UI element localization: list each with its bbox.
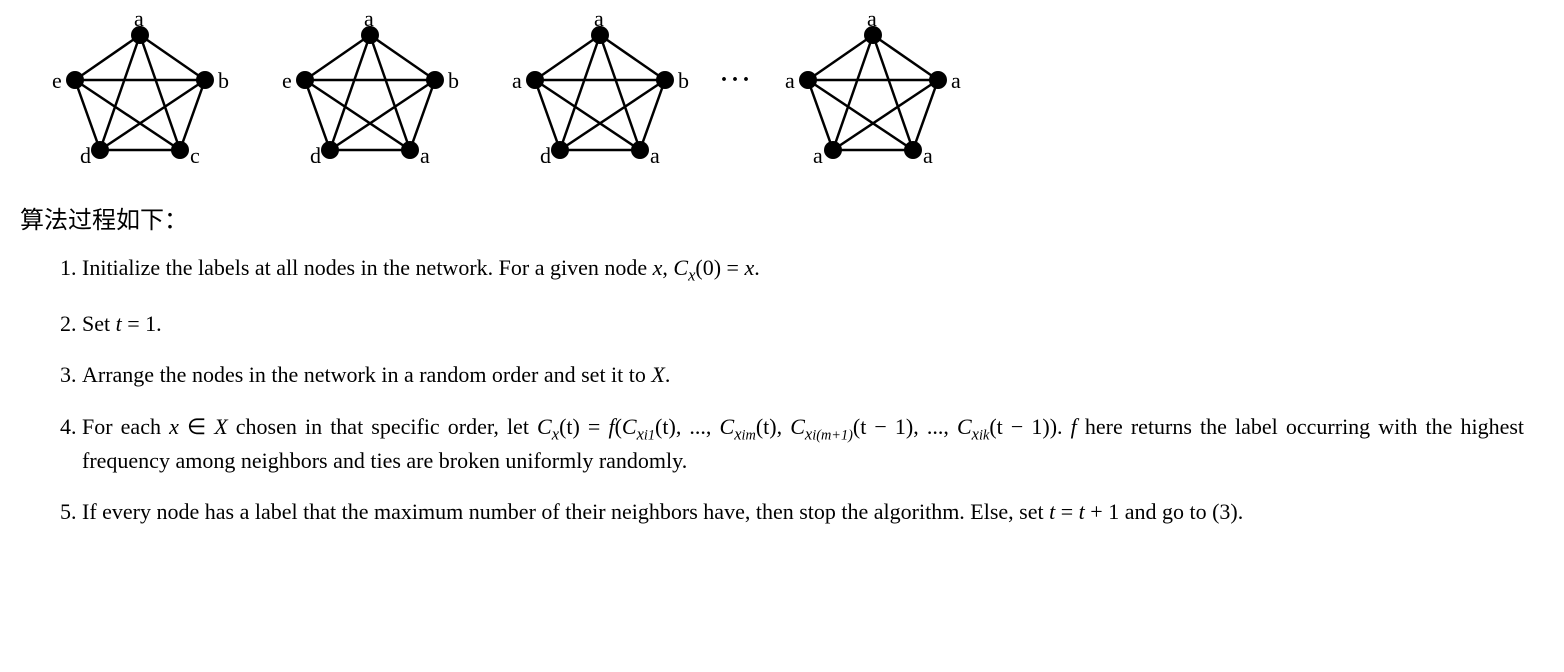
pentagon-graph-icon	[280, 10, 460, 170]
step-text: If every node has a label that the maxim…	[82, 499, 1049, 524]
variable-C: C	[673, 255, 688, 280]
pentagon-graph-icon	[50, 10, 230, 170]
paren-open: (	[615, 414, 622, 439]
step-text: .	[1057, 414, 1071, 439]
step-text: (t − 1)	[989, 414, 1049, 439]
variable-X: X	[214, 414, 227, 439]
node-label: a	[420, 143, 430, 169]
variable-x: x	[744, 255, 754, 280]
step-text: , ...,	[676, 414, 712, 439]
node-label: d	[310, 143, 321, 169]
node-label: d	[80, 143, 91, 169]
node-label: c	[190, 143, 200, 169]
sub-subscript: i(m+1)	[812, 427, 853, 443]
step-text: ,	[662, 255, 673, 280]
step-text: =	[1055, 499, 1078, 524]
step-text: + 1	[1085, 499, 1119, 524]
step-text: .	[665, 362, 671, 387]
step-1: Initialize the labels at all nodes in th…	[82, 253, 1544, 287]
node-label: d	[540, 143, 551, 169]
paren-close: )	[1050, 414, 1057, 439]
sub-subscript: ik	[979, 427, 989, 443]
node-label: a	[813, 143, 823, 169]
node-label: a	[594, 6, 604, 32]
node-label: a	[923, 143, 933, 169]
subscript: x	[552, 424, 559, 443]
node-label: e	[282, 68, 292, 94]
step-text: Initialize the labels at all nodes in th…	[82, 255, 653, 280]
step-text: (t)	[655, 414, 676, 439]
graph-2: a b a d e	[280, 10, 460, 170]
node-label: a	[512, 68, 522, 94]
pentagon-graph-icon	[510, 10, 690, 170]
subscript: x	[734, 424, 741, 443]
variable-C: C	[957, 414, 972, 439]
node-label: b	[448, 68, 459, 94]
in-symbol: ∈	[179, 414, 214, 439]
step-4: For each x ∈ X chosen in that specific o…	[82, 412, 1544, 475]
graph-sequence: a b c d e a b a d e a b a d	[20, 10, 1544, 170]
node-label: a	[650, 143, 660, 169]
sub-subscript: i1	[644, 427, 655, 443]
step-text: (t)	[559, 414, 580, 439]
step-3: Arrange the nodes in the network in a ra…	[82, 360, 1544, 390]
variable-x: x	[653, 255, 663, 280]
node-label: a	[785, 68, 795, 94]
subscript: x	[972, 424, 979, 443]
graph-1: a b c d e	[50, 10, 230, 170]
node-label: a	[867, 6, 877, 32]
step-text: chosen in that specific order, let	[228, 414, 537, 439]
variable-C: C	[622, 414, 637, 439]
step-5: If every node has a label that the maxim…	[82, 497, 1544, 527]
graph-4: a a a a a	[783, 10, 963, 170]
pentagon-graph-icon	[783, 10, 963, 170]
variable-C: C	[790, 414, 805, 439]
variable-C: C	[720, 414, 735, 439]
step-text: (0) =	[695, 255, 744, 280]
step-text: , ...,	[913, 414, 949, 439]
node-label: a	[951, 68, 961, 94]
step-text: (t − 1)	[853, 414, 913, 439]
node-label: b	[678, 68, 689, 94]
step-text: .	[754, 255, 760, 280]
variable-C: C	[537, 414, 552, 439]
step-2: Set t = 1.	[82, 309, 1544, 339]
step-text: = 1.	[122, 311, 162, 336]
step-text: For each	[82, 414, 169, 439]
step-text: =	[580, 414, 609, 439]
algorithm-heading: 算法过程如下：	[20, 200, 1544, 235]
step-text: and go to (3).	[1119, 499, 1243, 524]
node-label: a	[364, 6, 374, 32]
variable-x: x	[169, 414, 179, 439]
sub-subscript: im	[742, 427, 756, 443]
ellipsis: ···	[720, 67, 753, 94]
algorithm-steps-list: Initialize the labels at all nodes in th…	[20, 253, 1544, 527]
graph-3: a b a d a	[510, 10, 690, 170]
variable-X: X	[651, 362, 664, 387]
node-label: b	[218, 68, 229, 94]
step-text: Set	[82, 311, 116, 336]
node-label: a	[134, 6, 144, 32]
step-text: (t)	[756, 414, 777, 439]
subscript: x	[637, 424, 644, 443]
step-text: ,	[777, 414, 791, 439]
node-label: e	[52, 68, 62, 94]
step-text: Arrange the nodes in the network in a ra…	[82, 362, 651, 387]
